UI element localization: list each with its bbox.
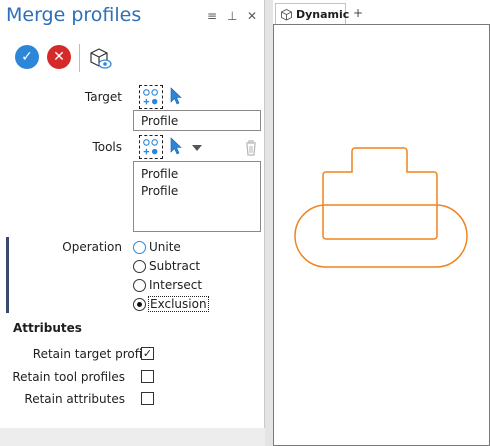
cursor-icon bbox=[170, 137, 182, 155]
radio-label[interactable]: Subtract bbox=[149, 259, 200, 273]
cursor-icon bbox=[170, 87, 182, 105]
retain-target-profile-label: Retain target profile bbox=[32, 347, 153, 361]
retain-attributes-label: Retain attributes bbox=[24, 392, 125, 406]
cube-icon bbox=[281, 8, 292, 21]
radio-label[interactable]: Unite bbox=[149, 240, 181, 254]
properties-panel: Merge profiles ≡ ⊥ ✕ ✓ ✕ Target Profile … bbox=[0, 0, 265, 446]
radio-button[interactable] bbox=[133, 278, 146, 292]
cancel-button[interactable]: ✕ bbox=[47, 45, 71, 69]
pin-icon[interactable]: ⊥ bbox=[227, 9, 237, 23]
retain-attributes-checkbox[interactable] bbox=[141, 392, 154, 405]
radio-intersect[interactable]: Intersect bbox=[133, 277, 202, 293]
add-tab-button[interactable]: + bbox=[353, 6, 363, 20]
select-target-button[interactable] bbox=[139, 85, 163, 109]
preview-icon[interactable] bbox=[87, 45, 113, 71]
radio-button-selected[interactable] bbox=[133, 297, 146, 311]
radio-label[interactable]: Exclusion bbox=[148, 296, 209, 312]
checkmark-icon: ✓ bbox=[21, 49, 33, 65]
stepped-profile[interactable] bbox=[322, 147, 438, 240]
close-icon[interactable]: ✕ bbox=[247, 9, 257, 23]
tab-label: Dynamic bbox=[296, 8, 350, 21]
radio-button[interactable] bbox=[133, 259, 146, 273]
focus-indicator-bar bbox=[6, 237, 9, 313]
retain-target-profile-checkbox[interactable]: ✓ bbox=[141, 347, 154, 360]
tools-list[interactable]: Profile Profile bbox=[133, 161, 261, 232]
drawing-viewport[interactable] bbox=[273, 24, 490, 446]
ok-button[interactable]: ✓ bbox=[15, 45, 39, 69]
tab-dynamic[interactable]: Dynamic bbox=[275, 3, 350, 25]
trash-icon[interactable] bbox=[244, 139, 258, 157]
panel-title: Merge profiles bbox=[6, 4, 142, 26]
target-profile-field[interactable]: Profile bbox=[133, 110, 261, 131]
radio-button[interactable] bbox=[133, 240, 146, 254]
checkmark-icon: ✓ bbox=[142, 347, 153, 360]
radio-subtract[interactable]: Subtract bbox=[133, 258, 200, 274]
toolbar-divider bbox=[79, 44, 80, 72]
drawing-canvas[interactable] bbox=[274, 25, 489, 445]
x-icon: ✕ bbox=[53, 49, 65, 65]
radio-label[interactable]: Intersect bbox=[149, 278, 202, 292]
splitter[interactable] bbox=[265, 0, 273, 446]
menu-icon[interactable]: ≡ bbox=[207, 9, 217, 23]
list-item[interactable]: Profile bbox=[141, 183, 253, 200]
capsule-profile[interactable] bbox=[294, 204, 468, 268]
retain-tool-profiles-checkbox[interactable] bbox=[141, 370, 154, 383]
list-item[interactable]: Profile bbox=[141, 166, 253, 183]
select-tools-button[interactable] bbox=[139, 135, 163, 159]
retain-tool-profiles-label: Retain tool profiles bbox=[12, 370, 125, 384]
attributes-heading: Attributes bbox=[13, 321, 82, 335]
dropdown-arrow-icon[interactable] bbox=[190, 143, 204, 153]
operation-label: Operation bbox=[62, 240, 122, 254]
target-label: Target bbox=[84, 90, 122, 104]
radio-unite[interactable]: Unite bbox=[133, 239, 181, 255]
tools-label: Tools bbox=[92, 140, 122, 154]
panel-footer bbox=[0, 428, 265, 446]
radio-exclusion[interactable]: Exclusion bbox=[133, 296, 209, 312]
